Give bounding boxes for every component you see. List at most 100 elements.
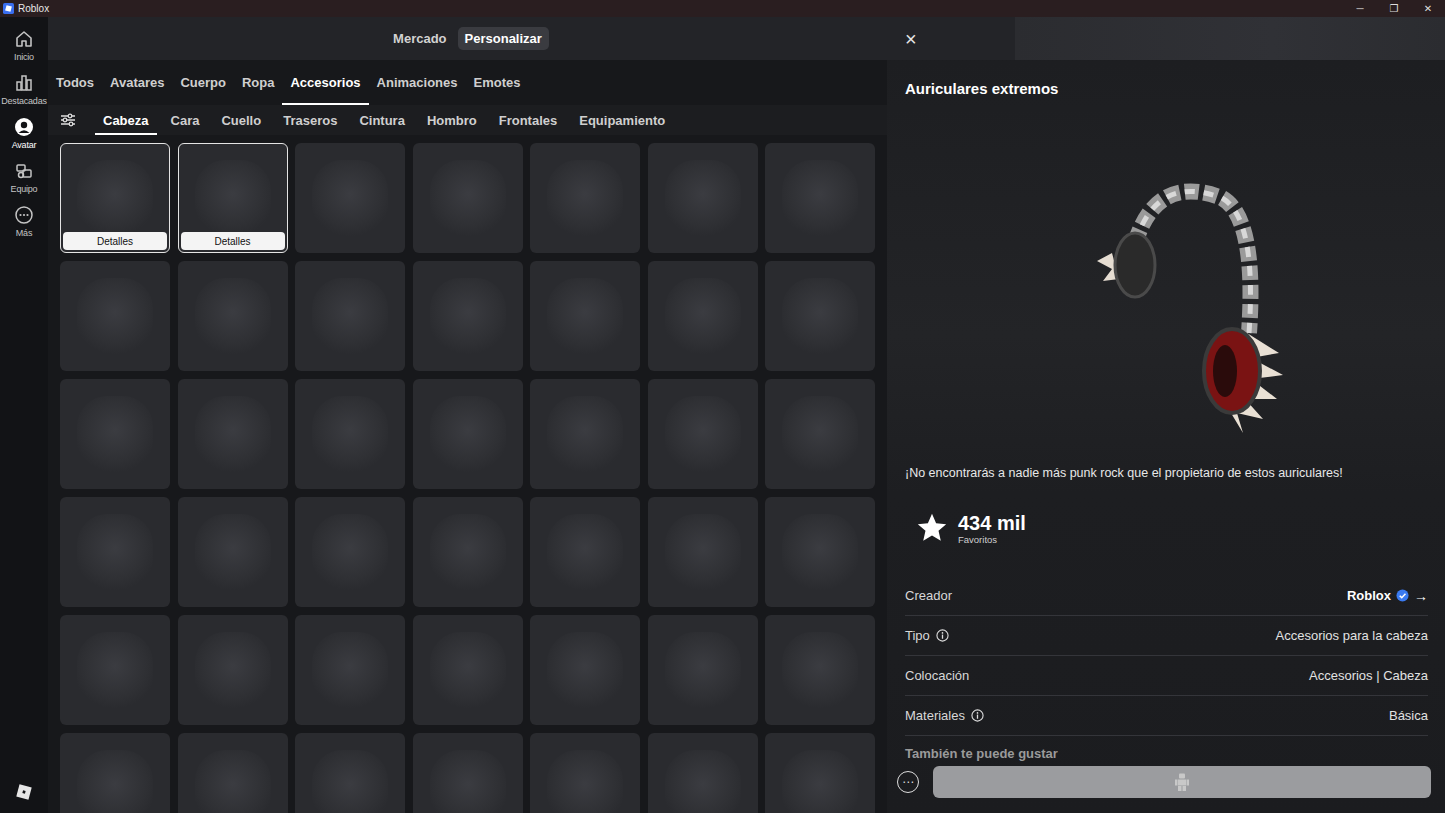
item-tile[interactable]	[648, 615, 758, 725]
sidebar-label: Equipo	[11, 184, 38, 194]
item-tile[interactable]	[530, 733, 640, 813]
category-tab[interactable]: Todos	[48, 60, 102, 105]
item-tile[interactable]	[178, 497, 288, 607]
property-label: Materiales	[905, 708, 984, 723]
item-thumbnail	[547, 632, 623, 708]
item-tile[interactable]	[295, 733, 405, 813]
subcategory-tab[interactable]: Frontales	[491, 105, 566, 135]
equipment-icon	[14, 161, 34, 181]
sidebar-item[interactable]: Avatar	[0, 117, 48, 150]
item-tile[interactable]	[765, 379, 875, 489]
roblox-app-icon	[3, 3, 14, 14]
details-button[interactable]: Detalles	[63, 232, 167, 250]
window-control[interactable]: ─	[1343, 3, 1377, 14]
info-icon[interactable]	[971, 709, 984, 722]
item-tile[interactable]	[295, 497, 405, 607]
item-thumbnail	[77, 632, 153, 708]
item-grid: Detalles Detalles	[48, 135, 887, 813]
item-tile[interactable]	[765, 733, 875, 813]
subcategory-tab[interactable]: Cuello	[213, 105, 269, 135]
item-tile[interactable]	[530, 261, 640, 371]
details-button[interactable]: Detalles	[181, 232, 285, 250]
category-tab[interactable]: Emotes	[466, 60, 529, 105]
item-tile[interactable]	[60, 497, 170, 607]
mode-bar: MercadoPersonalizar	[48, 17, 887, 60]
mode-tab[interactable]: Personalizar	[458, 27, 549, 50]
sidebar-label: Inicio	[14, 52, 34, 62]
sidebar-item[interactable]: Equipo	[0, 161, 48, 194]
item-tile[interactable]	[648, 497, 758, 607]
item-tile[interactable]	[530, 379, 640, 489]
item-tile[interactable]	[178, 379, 288, 489]
item-tile[interactable]	[60, 615, 170, 725]
window-control[interactable]: ❐	[1377, 3, 1411, 14]
wear-button[interactable]	[933, 766, 1431, 798]
item-tile[interactable]	[648, 261, 758, 371]
item-tile[interactable]	[60, 261, 170, 371]
item-tile[interactable]	[765, 143, 875, 253]
sidebar-label: Más	[16, 228, 32, 238]
item-tile[interactable]	[295, 379, 405, 489]
mode-tab[interactable]: Mercado	[386, 27, 453, 50]
property-value: Accesorios para la cabeza	[1276, 628, 1428, 643]
subcategory-tab[interactable]: Equipamiento	[571, 105, 673, 135]
subcategory-tab[interactable]: Traseros	[275, 105, 345, 135]
item-tile[interactable]	[413, 733, 523, 813]
item-tile[interactable]	[765, 497, 875, 607]
item-tile[interactable]	[765, 261, 875, 371]
category-tab[interactable]: Animaciones	[369, 60, 466, 105]
roblox-window: Roblox ─❐✕ Inicio Destacadas Avatar Equi…	[0, 0, 1445, 813]
item-description: ¡No encontrarás a nadie más punk rock qu…	[905, 466, 1428, 481]
creator-link-arrow[interactable]: →	[1414, 588, 1428, 604]
item-thumbnail	[77, 750, 153, 813]
item-tile[interactable]	[178, 733, 288, 813]
more-icon	[14, 205, 34, 225]
item-tile[interactable]	[295, 615, 405, 725]
favorites[interactable]: 434 mil Favoritos	[905, 511, 1428, 545]
item-thumbnail	[782, 514, 858, 590]
roblox-logo-icon[interactable]	[15, 783, 33, 801]
item-tile[interactable]	[178, 261, 288, 371]
item-tile[interactable]	[60, 733, 170, 813]
sidebar-item[interactable]: Inicio	[0, 29, 48, 62]
item-tile[interactable]	[413, 497, 523, 607]
item-tile[interactable]	[413, 379, 523, 489]
item-tile[interactable]	[530, 143, 640, 253]
property-row[interactable]: Creador Roblox →	[905, 576, 1428, 616]
category-tab[interactable]: Ropa	[234, 60, 283, 105]
sidebar-item[interactable]: Más	[0, 205, 48, 238]
item-tile[interactable]	[295, 261, 405, 371]
item-thumbnail	[782, 396, 858, 472]
item-tile[interactable]	[648, 379, 758, 489]
more-options-button[interactable]: ⋯	[897, 771, 919, 793]
item-tile[interactable]	[413, 143, 523, 253]
item-tile[interactable]	[765, 615, 875, 725]
item-tile[interactable]	[648, 733, 758, 813]
sidebar-item[interactable]: Destacadas	[0, 73, 48, 106]
item-tile[interactable]	[413, 261, 523, 371]
info-icon[interactable]	[936, 629, 949, 642]
item-tile[interactable]	[178, 615, 288, 725]
category-tab[interactable]: Cuerpo	[172, 60, 234, 105]
item-tile[interactable]	[530, 497, 640, 607]
item-tile[interactable]: Detalles	[178, 143, 288, 253]
category-tab[interactable]: Accesorios	[282, 60, 368, 105]
item-tile[interactable]	[530, 615, 640, 725]
close-button[interactable]: ×	[905, 29, 917, 49]
filter-icon[interactable]	[60, 112, 76, 128]
item-tile[interactable]	[295, 143, 405, 253]
item-tile[interactable]: Detalles	[60, 143, 170, 253]
item-thumbnail	[312, 632, 388, 708]
item-thumbnail	[77, 396, 153, 472]
subcategory-tab[interactable]: Hombro	[419, 105, 485, 135]
item-tile[interactable]	[60, 379, 170, 489]
subcategory-tab[interactable]: Cara	[163, 105, 208, 135]
subcategory-tab[interactable]: Cabeza	[95, 105, 157, 135]
window-control[interactable]: ✕	[1411, 3, 1445, 14]
category-tab[interactable]: Avatares	[102, 60, 172, 105]
chart-icon	[14, 73, 34, 93]
item-tile[interactable]	[413, 615, 523, 725]
item-tile[interactable]	[648, 143, 758, 253]
subcategory-tab[interactable]: Cintura	[351, 105, 413, 135]
item-thumbnail	[547, 396, 623, 472]
